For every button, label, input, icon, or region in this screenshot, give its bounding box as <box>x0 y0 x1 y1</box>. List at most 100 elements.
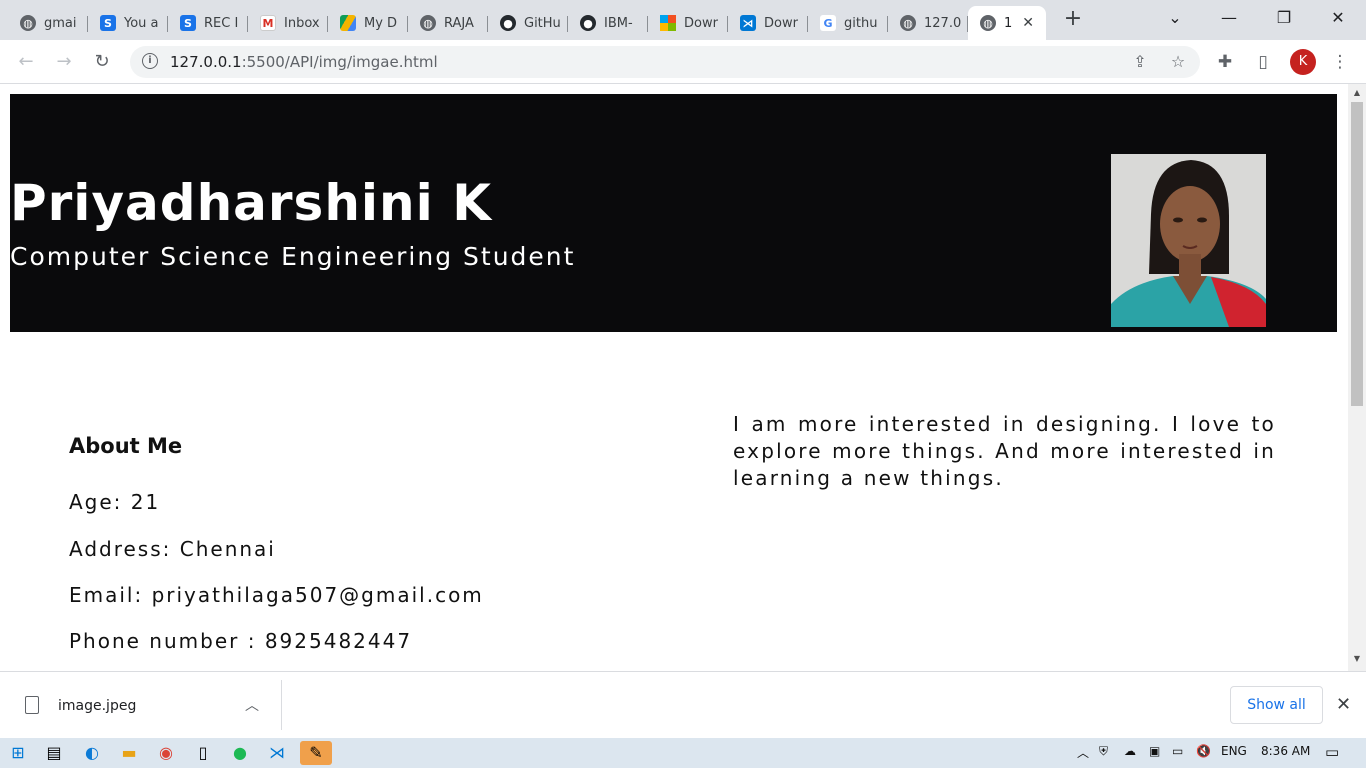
bookmark-star-icon[interactable]: ☆ <box>1168 52 1188 72</box>
browser-tab[interactable]: ⋊ Dowr <box>728 6 808 40</box>
page-title: Priyadharshini K <box>10 174 492 232</box>
cloud-icon[interactable]: ☁ <box>1124 744 1136 758</box>
gmail-icon: M <box>260 15 276 31</box>
minimize-button[interactable]: — <box>1217 8 1241 30</box>
tab-close-icon[interactable]: ✕ <box>1022 15 1034 31</box>
portrait-image <box>1111 154 1266 327</box>
page-scrollbar[interactable]: ▲ ▼ <box>1348 84 1366 671</box>
github-icon: ● <box>500 15 516 31</box>
browser-tab[interactable]: Dowr <box>648 6 728 40</box>
browser-toolbar: ← → ↻ i 127.0.0.1:5500/API/img/imgae.htm… <box>0 40 1366 84</box>
chrome-icon[interactable]: ◉ <box>154 741 178 765</box>
browser-tab[interactable]: ● GitHu <box>488 6 568 40</box>
browser-tab[interactable]: M Inbox <box>248 6 328 40</box>
task-view-icon[interactable]: ▤ <box>42 741 66 765</box>
page-viewport: Priyadharshini K Computer Science Engine… <box>0 84 1348 671</box>
url-host: 127.0.0.1 <box>170 53 242 71</box>
notepad-icon[interactable]: ▯ <box>191 741 215 765</box>
url-text[interactable]: 127.0.0.1:5500/API/img/imgae.html <box>170 53 438 71</box>
edge-icon[interactable]: ◐ <box>80 741 104 765</box>
share-icon[interactable]: ⇪ <box>1130 52 1150 72</box>
windows-start-icon[interactable]: ⊞ <box>6 741 30 765</box>
tab-label: RAJA <box>444 15 474 31</box>
scroll-down-arrow-icon[interactable]: ▼ <box>1352 654 1362 664</box>
tab-label: gmai <box>44 15 77 31</box>
notifications-icon[interactable]: ▭ <box>1325 743 1339 761</box>
forward-button[interactable]: → <box>52 50 76 74</box>
menu-kebab-icon[interactable]: ⋮ <box>1328 50 1352 74</box>
browser-tab[interactable]: S REC I <box>168 6 248 40</box>
globe-icon: ◍ <box>980 15 996 31</box>
tab-label: Inbox <box>284 15 320 31</box>
tab-label: 1 <box>1004 15 1013 31</box>
spotify-icon[interactable]: ● <box>228 741 252 765</box>
browser-tab[interactable]: My D <box>328 6 408 40</box>
tab-label: 127.0 <box>924 15 962 31</box>
paint-icon[interactable]: ✎ <box>300 741 332 765</box>
tab-strip: ◍ gmai S You a S REC I M Inbox My D ◍ RAJA ● GitHu ● I… <box>0 0 1366 40</box>
download-shelf: image.jpeg ︿ Show all ✕ <box>0 671 1366 738</box>
volume-muted-icon[interactable]: 🔇 <box>1196 744 1211 758</box>
globe-icon: ◍ <box>420 15 436 31</box>
file-icon <box>25 696 39 714</box>
scroll-up-arrow-icon[interactable]: ▲ <box>1352 88 1362 98</box>
tray-chevron-up-icon[interactable]: ︿ <box>1077 744 1089 761</box>
tab-label: IBM- <box>604 15 633 31</box>
globe-icon: ◍ <box>20 15 36 31</box>
tab-search-icon[interactable]: ⌄ <box>1163 8 1187 30</box>
close-window-button[interactable]: ✕ <box>1326 8 1350 30</box>
extensions-puzzle-icon[interactable]: ✚ <box>1213 50 1237 74</box>
vscode-icon[interactable]: ⋊ <box>265 741 289 765</box>
microsoft-icon <box>660 15 676 31</box>
profile-header: Priyadharshini K Computer Science Engine… <box>10 94 1337 332</box>
browser-tab[interactable]: ● IBM- <box>568 6 648 40</box>
file-explorer-icon[interactable]: ▬ <box>117 741 141 765</box>
phone-text: Phone number : 8925482447 <box>69 629 413 653</box>
restore-button[interactable]: ❐ <box>1272 8 1296 30</box>
browser-tab[interactable]: ◍ gmai <box>8 6 88 40</box>
profile-photo <box>1111 154 1266 327</box>
site-info-icon[interactable]: i <box>142 53 158 69</box>
close-icon[interactable]: ✕ <box>1336 694 1351 715</box>
profile-avatar[interactable]: K <box>1290 49 1316 75</box>
tab-label: githu <box>844 15 878 31</box>
bio-paragraph: I am more interested in designing. I lov… <box>733 412 1276 490</box>
browser-tab[interactable]: ◍ 1 ✕ <box>968 6 1046 40</box>
security-shield-icon[interactable]: ⛨ <box>1099 744 1108 759</box>
download-file-name[interactable]: image.jpeg <box>58 698 136 714</box>
network-icon[interactable]: ▭ <box>1172 744 1183 758</box>
address-text: Address: Chennai <box>69 537 276 561</box>
side-panel-icon[interactable]: ▯ <box>1251 50 1275 74</box>
url-path: :5500/API/img/imgae.html <box>241 53 438 71</box>
scrollbar-thumb[interactable] <box>1351 102 1363 406</box>
browser-tab[interactable]: ◍ RAJA <box>408 6 488 40</box>
github-icon: ● <box>580 15 596 31</box>
s-icon: S <box>180 15 196 31</box>
about-me-heading: About Me <box>69 434 183 458</box>
tab-label: Dowr <box>684 15 718 31</box>
browser-tab[interactable]: ◍ 127.0 <box>888 6 968 40</box>
meet-icon[interactable]: ▣ <box>1149 744 1160 758</box>
reload-button[interactable]: ↻ <box>90 50 114 74</box>
language-indicator[interactable]: ENG <box>1221 744 1247 758</box>
new-tab-button[interactable]: + <box>1062 8 1084 30</box>
globe-icon: ◍ <box>900 15 916 31</box>
tab-label: You a <box>124 15 159 31</box>
tab-label: GitHu <box>524 15 561 31</box>
clock[interactable]: 8:36 AM <box>1261 744 1310 758</box>
tab-label: My D <box>364 15 398 31</box>
windows-taskbar: ⊞ ▤ ◐ ▬ ◉ ▯ ● ⋊ ✎ ︿ ⛨ ☁ ▣ ▭ 🔇 ENG 8:36 A… <box>0 738 1366 768</box>
browser-tab[interactable]: Ggithu <box>808 6 888 40</box>
chevron-up-icon[interactable]: ︿ <box>245 695 259 715</box>
google-icon: G <box>820 15 836 31</box>
back-button[interactable]: ← <box>14 50 38 74</box>
show-all-button[interactable]: Show all <box>1230 686 1323 724</box>
vscode-icon: ⋊ <box>740 15 756 31</box>
age-text: Age: 21 <box>69 490 161 514</box>
drive-icon <box>340 15 356 31</box>
address-bar[interactable]: i 127.0.0.1:5500/API/img/imgae.html ⇪ ☆ <box>130 46 1200 78</box>
tab-label: REC I <box>204 15 239 31</box>
s-icon: S <box>100 15 116 31</box>
browser-tab[interactable]: S You a <box>88 6 168 40</box>
page-subtitle: Computer Science Engineering Student <box>10 242 576 271</box>
